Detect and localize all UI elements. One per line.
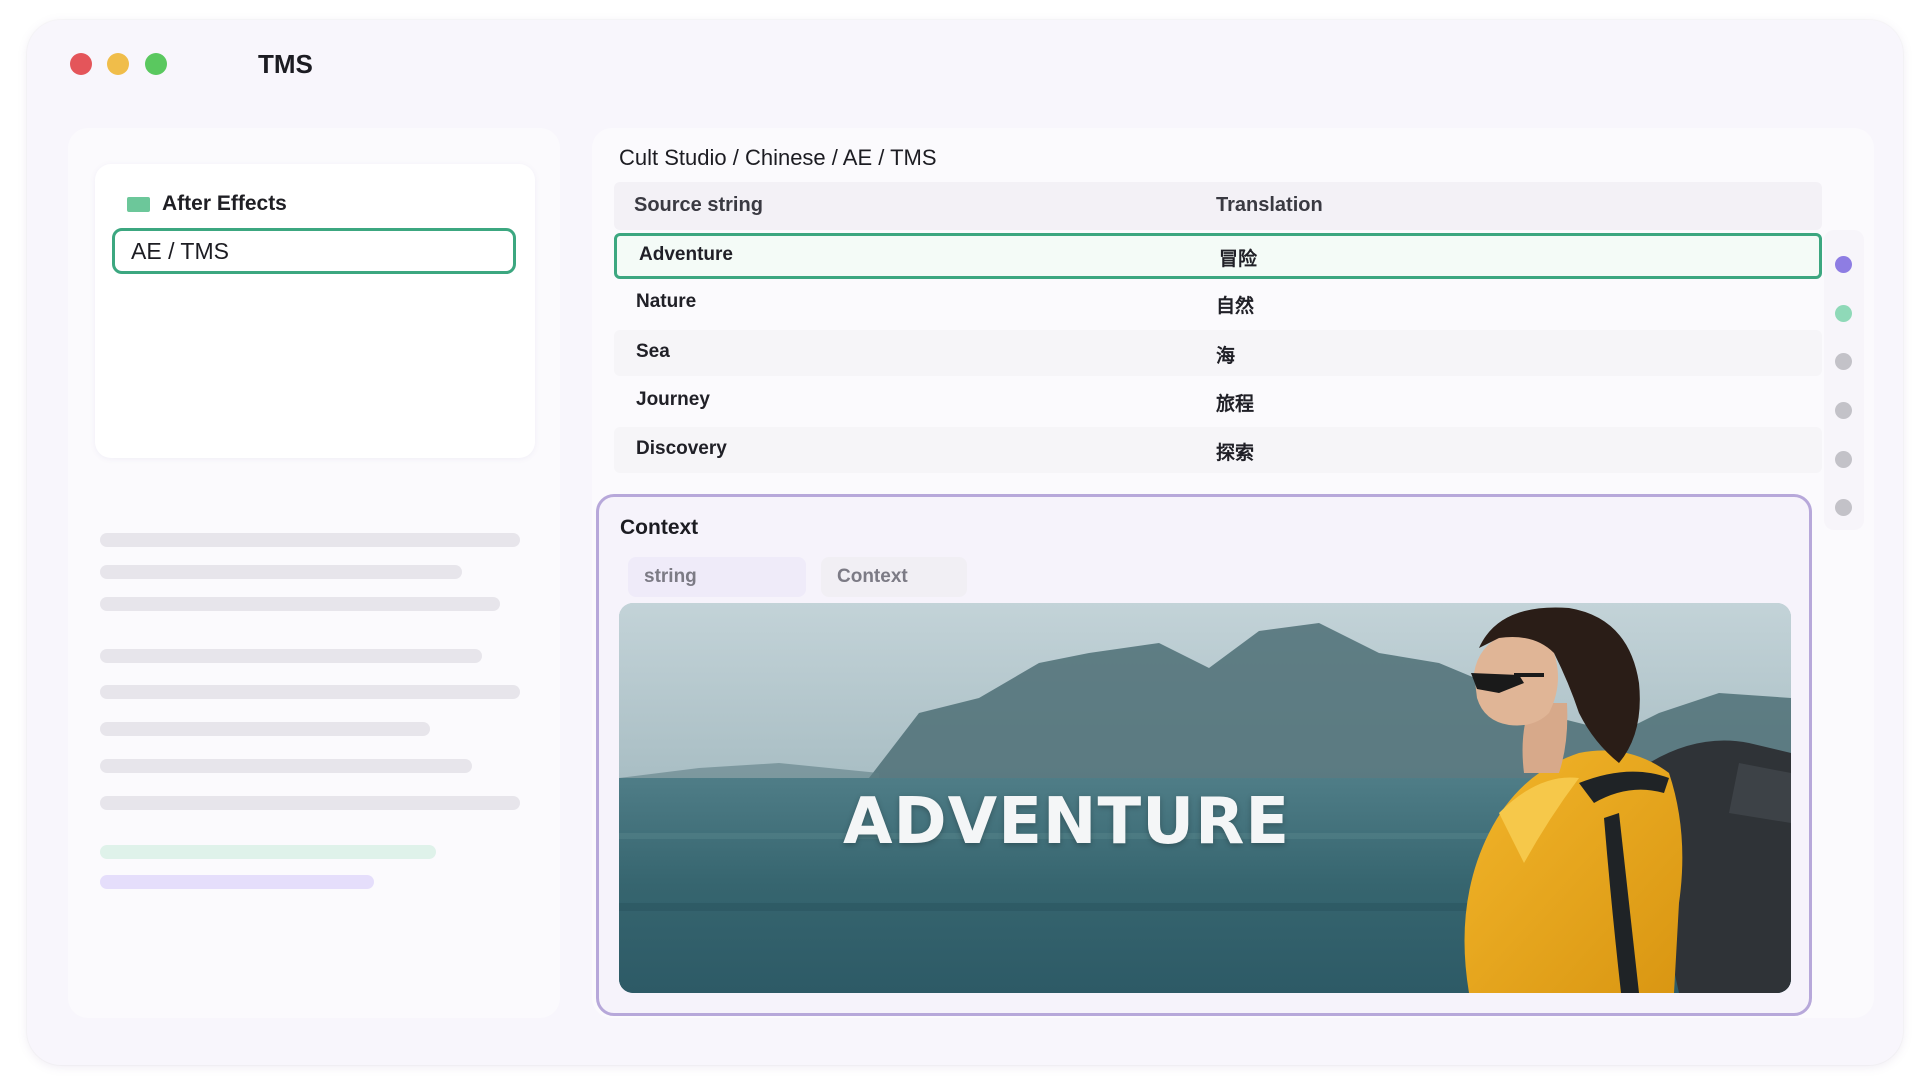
skeleton-line [100,875,374,889]
source-cell: Discovery [636,438,727,459]
source-string-header: Source string [634,194,763,216]
skeleton-line [100,649,482,663]
skeleton-line [100,845,436,859]
folder-icon [127,196,150,212]
minimize-window-button[interactable] [107,53,129,75]
translation-header: Translation [1216,194,1323,216]
source-cell: Nature [636,291,697,312]
skeleton-line [100,685,520,699]
source-cell: Sea [636,341,670,362]
status-dot-green [1835,305,1852,322]
table-row[interactable]: Sea 海 [614,330,1822,376]
skeleton-line [100,796,520,810]
close-window-button[interactable] [70,53,92,75]
folder-after-effects[interactable]: After Effects [127,192,287,216]
status-dot-purple [1835,256,1852,273]
context-title: Context [620,516,699,539]
context-preview-image: ADVENTURE [619,603,1791,993]
translation-cell[interactable]: 自然 [1216,291,1254,318]
table-row[interactable]: Journey 旅程 [614,378,1822,424]
tab-context[interactable]: Context [821,557,967,597]
skeleton-line [100,533,520,547]
tree-item-ae-tms[interactable]: AE / TMS [112,228,516,274]
table-row[interactable]: Adventure 冒险 [614,233,1822,279]
status-dot-gray [1835,451,1852,468]
translation-cell[interactable]: 旅程 [1216,389,1254,416]
breadcrumb: Cult Studio / Chinese / AE / TMS [619,145,937,170]
translation-cell[interactable]: 海 [1216,341,1235,368]
skeleton-line [100,722,430,736]
translation-cell[interactable]: 冒险 [1219,244,1257,271]
tab-string[interactable]: string [628,557,806,597]
skeleton-line [100,565,462,579]
maximize-window-button[interactable] [145,53,167,75]
source-cell: Adventure [639,244,733,265]
status-dot-gray [1835,499,1852,516]
folder-label: After Effects [162,192,287,215]
status-dot-gray [1835,402,1852,419]
app-title: TMS [258,49,313,79]
status-dot-gray [1835,353,1852,370]
status-column [1824,230,1864,530]
preview-title-text: ADVENTURE [843,785,1291,859]
table-header: Source string Translation [614,182,1822,230]
translation-cell[interactable]: 探索 [1216,438,1254,465]
table-row[interactable]: Discovery 探索 [614,427,1822,473]
source-cell: Journey [636,389,710,410]
table-row[interactable]: Nature 自然 [614,280,1822,326]
skeleton-line [100,759,472,773]
skeleton-line [100,597,500,611]
